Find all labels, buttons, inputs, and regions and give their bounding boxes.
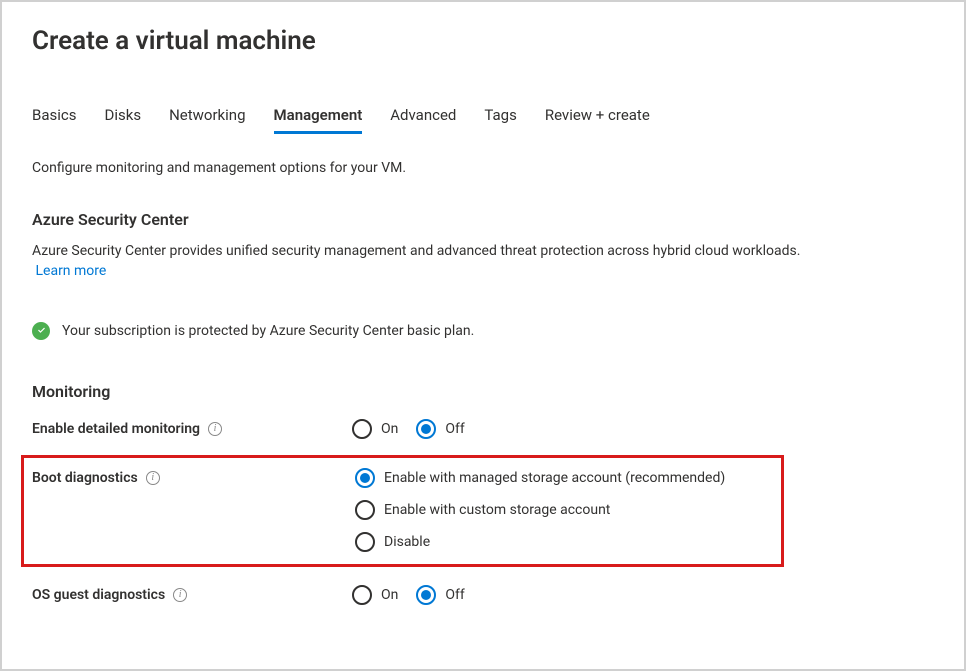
detailed-monitoring-off[interactable]: Off [416,419,464,439]
tab-review-create[interactable]: Review + create [545,106,650,132]
security-status-row: Your subscription is protected by Azure … [32,322,934,340]
radio-label: Off [445,587,464,603]
detailed-monitoring-group: On Off [352,419,465,439]
radio-icon [352,585,372,605]
os-guest-label: OS guest diagnostics [32,587,165,603]
radio-label: On [381,587,398,603]
check-circle-icon [32,322,50,340]
radio-label: Disable [384,534,430,550]
radio-icon [416,419,436,439]
radio-label: Enable with managed storage account (rec… [384,470,725,486]
os-guest-group: On Off [352,585,465,605]
boot-custom-option[interactable]: Enable with custom storage account [355,500,725,520]
radio-icon [355,532,375,552]
radio-icon [416,585,436,605]
boot-diagnostics-group: Enable with managed storage account (rec… [355,468,725,552]
radio-label: Off [445,421,464,437]
security-center-heading: Azure Security Center [32,210,934,229]
tab-tags[interactable]: Tags [484,106,516,132]
learn-more-link[interactable]: Learn more [35,263,106,279]
page-description: Configure monitoring and management opti… [32,160,934,176]
boot-diagnostics-row: Boot diagnostics i Enable with managed s… [32,468,773,552]
detailed-monitoring-label-wrap: Enable detailed monitoring i [32,419,352,437]
boot-diagnostics-highlight: Boot diagnostics i Enable with managed s… [21,455,784,567]
tab-disks[interactable]: Disks [105,106,142,132]
tab-management[interactable]: Management [274,106,363,132]
detailed-monitoring-label: Enable detailed monitoring [32,421,200,437]
boot-diagnostics-label-wrap: Boot diagnostics i [32,468,355,486]
info-icon[interactable]: i [208,422,222,436]
boot-disable-option[interactable]: Disable [355,532,725,552]
radio-icon [352,419,372,439]
tab-basics[interactable]: Basics [32,106,77,132]
monitoring-heading: Monitoring [32,382,934,401]
security-center-desc: Azure Security Center provides unified s… [32,243,800,259]
security-status-text: Your subscription is protected by Azure … [62,323,474,339]
tab-networking[interactable]: Networking [169,106,245,132]
detailed-monitoring-on[interactable]: On [352,419,398,439]
os-guest-label-wrap: OS guest diagnostics i [32,585,352,603]
info-icon[interactable]: i [173,588,187,602]
radio-label: On [381,421,398,437]
os-guest-diagnostics-row: OS guest diagnostics i On Off [32,585,934,605]
detailed-monitoring-row: Enable detailed monitoring i On Off [32,419,934,439]
os-guest-on[interactable]: On [352,585,398,605]
os-guest-off[interactable]: Off [416,585,464,605]
security-center-text: Azure Security Center provides unified s… [32,241,934,282]
radio-icon [355,500,375,520]
radio-label: Enable with custom storage account [384,502,610,518]
boot-diagnostics-label: Boot diagnostics [32,470,138,486]
tab-advanced[interactable]: Advanced [390,106,456,132]
radio-icon [355,468,375,488]
tabs: Basics Disks Networking Management Advan… [32,106,934,132]
page-title: Create a virtual machine [32,26,934,56]
boot-managed-option[interactable]: Enable with managed storage account (rec… [355,468,725,488]
info-icon[interactable]: i [146,471,160,485]
